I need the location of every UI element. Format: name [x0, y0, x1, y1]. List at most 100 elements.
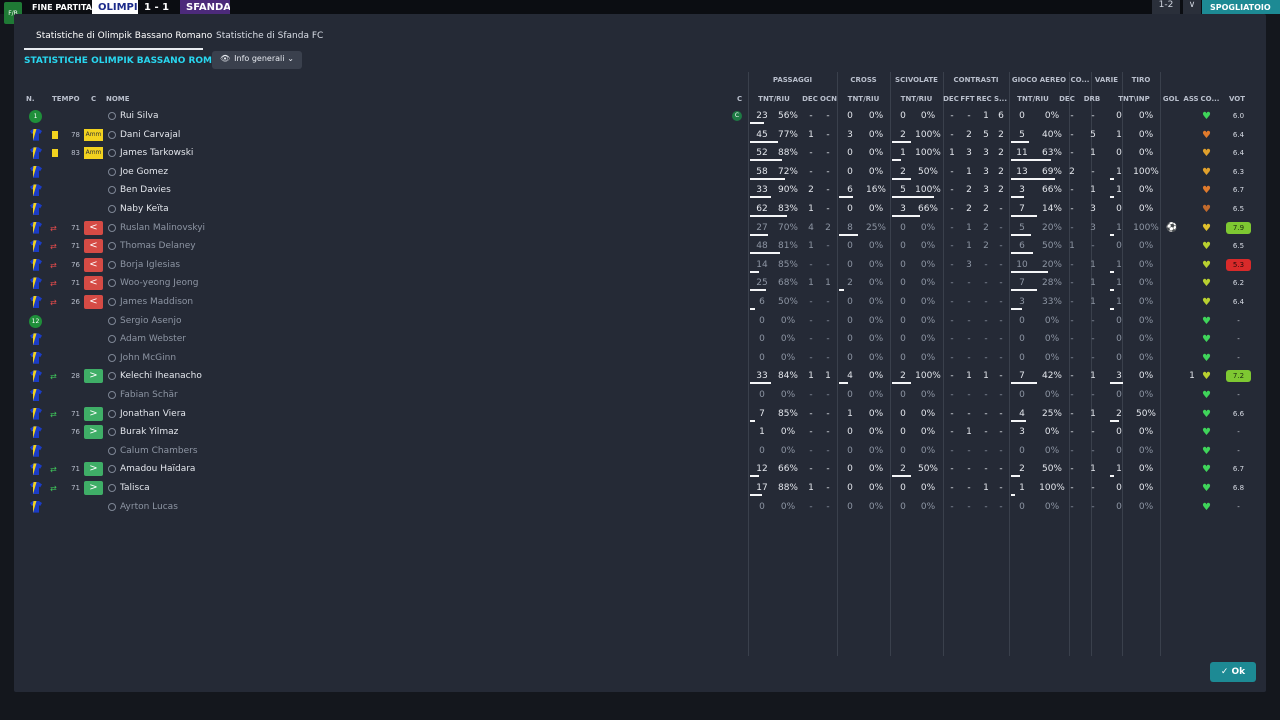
player-name[interactable]: Sergio Asenjo — [120, 316, 181, 326]
table-row[interactable]: Ayrton Lucas 0 0% - -0 0% 0 0% - - - -0 0% - -0 0% ♥ - — [14, 498, 1266, 517]
player-name[interactable]: Calum Chambers — [120, 446, 198, 456]
stat-progress-bar — [750, 494, 762, 496]
player-name[interactable]: Kelechi Iheanacho — [120, 371, 202, 381]
table-row[interactable]: ⇄ 71 < Woo-yeong Jeong 25 68% 1 1 2 0% 0 0% - - - -7 28%… — [14, 274, 1266, 293]
table-row[interactable]: ⇄ 71 < Thomas Delaney 48 81% 1-0 0% 0 0% -1 2-6 50% 1… — [14, 237, 1266, 256]
topbar-aggregate[interactable]: 1-2 — [1152, 0, 1180, 14]
player-name[interactable]: Dani Carvajal — [120, 130, 180, 140]
table-row[interactable]: 78 Amm Dani Carvajal 45 77% 1-3 0% 2 100% -2 5 2 5 40… — [14, 126, 1266, 145]
player-name[interactable]: James Tarkowski — [120, 148, 193, 158]
stat-cell: 1 — [1116, 166, 1122, 177]
column-header[interactable]: C — [91, 95, 96, 103]
stat-cell: 1 — [1090, 371, 1096, 382]
sub-out-icon: ⇄ — [50, 260, 57, 270]
column-header[interactable]: GOL — [1160, 95, 1182, 103]
ok-button[interactable]: ✓ Ok — [1210, 662, 1256, 682]
stats-view-dropdown[interactable]: 👁 Info generali ⌄ — [212, 51, 302, 69]
table-row[interactable]: 1 Rui Silva C 23 56% - -0 0% 0 0% - -1 6 0 0% - -0 0% ♥ 6.0 — [14, 107, 1266, 126]
player-name[interactable]: Rui Silva — [120, 111, 158, 121]
sub-in-icon: ⇄ — [50, 484, 57, 493]
column-header[interactable]: N. — [26, 95, 35, 103]
table-row[interactable]: Naby Keïta 62 83% 1-0 0% 3 66% -2 2-7 14% -3 0 0% ♥ 6.… — [14, 200, 1266, 219]
table-row[interactable]: 83 Amm James Tarkowski 52 88% - -0 0% 1 100% 1 3 3 2 1… — [14, 144, 1266, 163]
table-row[interactable]: ⇄ 71 > Amadou Haïdara 12 66% - -0 0% 2 50% - - - -2 50%… — [14, 460, 1266, 479]
column-header[interactable]: TNT/RIU — [748, 95, 800, 103]
table-row[interactable]: Joe Gomez 58 72% - -0 0% 2 50% -1 3 2 13 69% 2-1 100% ♥… — [14, 163, 1266, 182]
player-name[interactable]: Talisca — [120, 483, 150, 493]
column-header[interactable]: TNT/RIU — [1009, 95, 1057, 103]
column-header[interactable]: TNT\INP — [1108, 95, 1160, 103]
table-row[interactable]: Adam Webster 0 0% - -0 0% 0 0% - - - -0 0% - -0 0% ♥ - — [14, 330, 1266, 349]
column-header[interactable]: DRB — [1077, 95, 1107, 103]
stat-cell: 25 — [756, 278, 768, 289]
stat-cell: 0% — [868, 315, 884, 326]
stat-progress-bar — [750, 159, 782, 162]
stat-cell: 0 — [900, 222, 906, 233]
player-name[interactable]: Burak Yilmaz — [120, 427, 178, 437]
stat-cell: - — [1091, 111, 1095, 121]
table-row[interactable]: Fabian Schär 0 0% - -0 0% 0 0% - - - -0 0% - -0 0% ♥ - — [14, 386, 1266, 405]
table-row[interactable]: 12 Sergio Asenjo 0 0% - -0 0% 0 0% - - - -0 0% - -0 0% ♥ - — [14, 312, 1266, 331]
player-name[interactable]: Ben Davies — [120, 185, 171, 195]
table-row[interactable]: John McGinn 0 0% - -0 0% 0 0% - - - -0 0% - -0 0% ♥ - — [14, 349, 1266, 368]
column-header[interactable]: NOME — [106, 95, 130, 103]
dressing-room-button[interactable]: SPOGLIATOIO — [1202, 0, 1280, 14]
tab-away-stats[interactable]: Statistiche di Sfanda FC — [216, 28, 323, 50]
player-name[interactable]: John McGinn — [120, 353, 176, 363]
table-row[interactable]: ⇄ 71 < Ruslan Malinovskyi 27 70% 4 2 8 25% 0 0% -1 2-… — [14, 219, 1266, 238]
stat-cell: 1 — [1090, 408, 1096, 419]
column-header[interactable]: ASS — [1182, 95, 1200, 103]
player-name[interactable]: Thomas Delaney — [120, 241, 196, 251]
stat-cell: 1 — [900, 148, 906, 159]
table-row[interactable]: ⇄ 71 > Talisca 17 88% 1-0 0% 0 0% - -1-1 100% - -0 0% ♥ 6… — [14, 479, 1266, 498]
table-row[interactable]: ⇄ 71 > Jonathan Viera 7 85% - -1 0% 0 0% - - - -4 25% -1… — [14, 405, 1266, 424]
tab-home-stats[interactable]: Statistiche di Olimpik Bassano Romano — [24, 28, 212, 50]
column-header[interactable]: S... — [992, 95, 1009, 103]
column-header[interactable]: REC — [976, 95, 992, 103]
player-name[interactable]: Borja Iglesias — [120, 260, 180, 270]
minutes-played: 76 — [71, 260, 80, 269]
column-header[interactable]: TNT/RIU — [890, 95, 943, 103]
stat-cell: 3 — [847, 129, 853, 140]
column-header[interactable]: C — [737, 95, 742, 103]
column-header[interactable]: OCN — [820, 95, 837, 103]
column-header[interactable]: DEC — [1057, 95, 1077, 103]
column-header[interactable]: CO... — [1200, 95, 1220, 103]
stat-cell: 0 — [1116, 501, 1122, 512]
column-header[interactable]: TNT/RIU — [837, 95, 890, 103]
stat-cell: 0 — [847, 204, 853, 214]
player-name[interactable]: Ruslan Malinovskyi — [120, 223, 205, 233]
table-row[interactable]: 76 > Burak Yilmaz 1 0% - -0 0% 0 0% -1- -3 0% - -0 0% ♥ - — [14, 423, 1266, 442]
player-name[interactable]: Adam Webster — [120, 334, 186, 344]
player-name[interactable]: Fabian Schär — [120, 390, 178, 400]
table-row[interactable]: Ben Davies 33 90% 2-6 16% 5 100% -2 3 2 3 66% -1 1 0% ♥… — [14, 181, 1266, 200]
player-name[interactable]: Amadou Haïdara — [120, 464, 195, 474]
table-row[interactable]: ⇄ 26 < James Maddison 6 50% - -0 0% 0 0% - - - -3 33% -1… — [14, 293, 1266, 312]
column-header[interactable]: VOT — [1224, 95, 1250, 103]
stat-cell: 0% — [1138, 390, 1154, 400]
player-name[interactable]: Naby Keïta — [120, 204, 169, 214]
table-row[interactable]: ⇄ 76 < Borja Iglesias 14 85% - -0 0% 0 0% -3- -10 20%… — [14, 256, 1266, 275]
stat-cell: 1 — [1116, 259, 1122, 270]
player-name[interactable]: James Maddison — [120, 297, 193, 307]
chevron-down-icon[interactable]: ∨ — [1183, 0, 1201, 14]
player-name[interactable]: Jonathan Viera — [120, 409, 186, 419]
condition-heart-icon: ♥ — [1202, 390, 1211, 401]
shirt-icon — [30, 444, 42, 457]
stat-cell: 0 — [847, 259, 853, 270]
player-name[interactable]: Woo-yeong Jeong — [120, 278, 198, 288]
ok-label: Ok — [1231, 667, 1246, 677]
table-row[interactable]: Calum Chambers 0 0% - -0 0% 0 0% - - - -0 0% - -0 0% ♥ - — [14, 442, 1266, 461]
column-header[interactable]: DEC — [943, 95, 959, 103]
column-header[interactable]: TEMPO — [52, 95, 80, 103]
table-row[interactable]: ⇄ 28 > Kelechi Iheanacho 33 84% 1 1 4 0% 2 100% -1 1-… — [14, 367, 1266, 386]
column-header[interactable]: FFT — [959, 95, 976, 103]
shirt-icon — [30, 426, 42, 439]
stat-cell: 0 — [1019, 111, 1025, 121]
substituted-in-badge: > — [84, 481, 103, 495]
column-header[interactable]: DEC — [800, 95, 820, 103]
stat-progress-bar — [892, 215, 920, 217]
stat-cell: 7 — [1019, 371, 1025, 382]
player-name[interactable]: Joe Gomez — [120, 167, 168, 177]
player-name[interactable]: Ayrton Lucas — [120, 502, 178, 512]
